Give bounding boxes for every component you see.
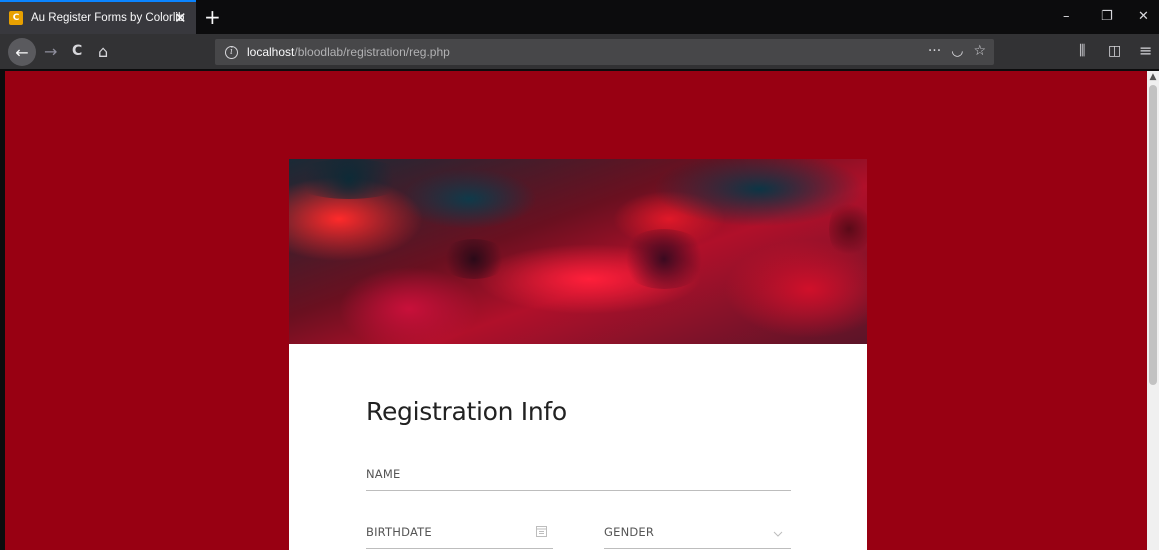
url-path: /bloodlab/registration/reg.php [294, 45, 450, 59]
page-viewport: Registration Info NAME BIRTHDATE GENDER [5, 71, 1147, 550]
hero-image [289, 159, 867, 344]
url-actions: ··· ◡ ☆ [928, 43, 986, 59]
chevron-down-icon[interactable] [773, 526, 783, 540]
sidebar-icon[interactable]: ◫ [1108, 43, 1121, 59]
home-button[interactable]: ⌂ [98, 42, 108, 61]
arrow-left-icon: ← [15, 42, 29, 62]
calendar-icon[interactable] [536, 525, 547, 540]
more-actions-icon[interactable]: ··· [928, 43, 941, 59]
registration-card: Registration Info NAME BIRTHDATE GENDER [289, 159, 867, 550]
back-button[interactable]: ← [8, 38, 36, 66]
pocket-icon[interactable]: ◡ [951, 43, 963, 59]
form-title: Registration Info [366, 397, 567, 426]
birthdate-field[interactable]: BIRTHDATE [366, 509, 553, 549]
new-tab-button[interactable]: + [204, 5, 221, 29]
url-text[interactable]: localhost/bloodlab/registration/reg.php [247, 45, 450, 59]
name-field[interactable]: NAME [366, 449, 791, 491]
navigation-toolbar: ← → C ⌂ i localhost/bloodlab/registratio… [0, 34, 1159, 70]
bookmark-star-icon[interactable]: ☆ [973, 43, 986, 59]
vertical-scrollbar[interactable]: ▲ [1147, 71, 1159, 550]
gender-label: GENDER [604, 525, 655, 539]
minimize-icon[interactable]: – [1063, 9, 1070, 24]
menu-icon[interactable]: ≡ [1139, 41, 1152, 60]
window-close-icon[interactable]: ✕ [1138, 9, 1149, 24]
scroll-thumb[interactable] [1149, 85, 1157, 385]
tab-title: Au Register Forms by Colorlib [31, 12, 185, 24]
tab-close-icon[interactable]: ✕ [174, 9, 187, 27]
name-label: NAME [366, 467, 401, 481]
reload-button[interactable]: C [72, 43, 82, 59]
tab-strip: C Au Register Forms by Colorlib ✕ + – ❐ … [0, 0, 1159, 34]
favicon-icon: C [9, 11, 23, 25]
restore-icon[interactable]: ❐ [1101, 9, 1113, 24]
info-icon[interactable]: i [225, 45, 238, 59]
browser-tab[interactable]: C Au Register Forms by Colorlib ✕ [0, 0, 196, 34]
scroll-up-icon[interactable]: ▲ [1147, 71, 1159, 83]
library-icon[interactable]: ⫼ [1079, 43, 1085, 59]
forward-button[interactable]: → [44, 42, 57, 61]
url-bar[interactable]: i localhost/bloodlab/registration/reg.ph… [215, 39, 994, 65]
gender-field[interactable]: GENDER [604, 509, 791, 549]
birthdate-label: BIRTHDATE [366, 525, 432, 539]
url-host: localhost [247, 45, 295, 59]
